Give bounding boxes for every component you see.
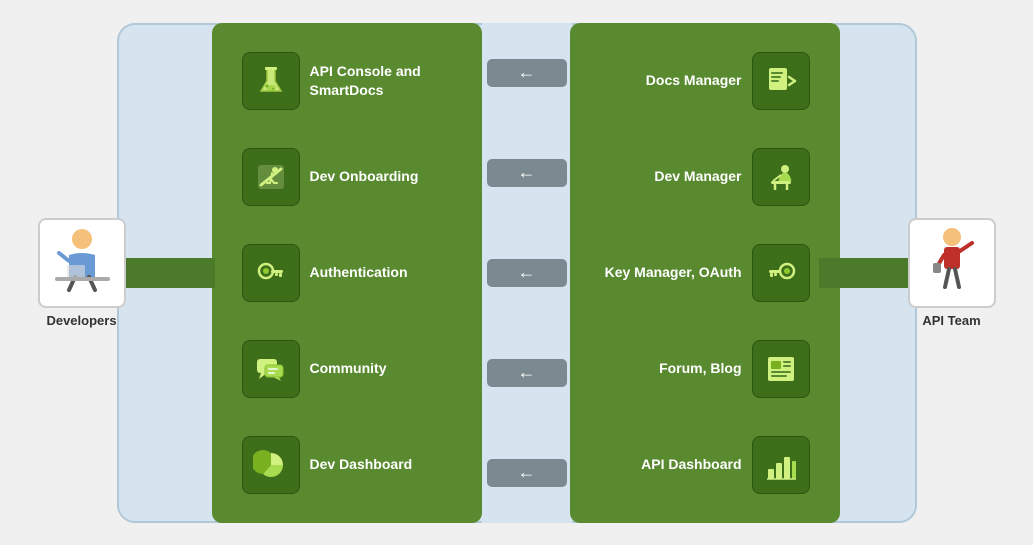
escalator-icon: [253, 159, 289, 195]
developers-person: Developers: [32, 218, 132, 328]
api-team-svg: [917, 225, 987, 300]
pie-chart-icon: [253, 447, 289, 483]
authentication-label: Authentication: [310, 263, 408, 281]
dev-dashboard-label: Dev Dashboard: [310, 455, 413, 473]
developers-label: Developers: [46, 313, 116, 328]
api-console-icon-box: [242, 52, 300, 110]
key-icon: [253, 255, 289, 291]
dev-manager-icon-box: [752, 148, 810, 206]
arrow-3: ←: [487, 259, 567, 287]
diagram-container: API Console and SmartDocs Dev Onboarding: [27, 13, 1007, 533]
right-connector: [819, 258, 914, 288]
list-item: API Console and SmartDocs: [242, 41, 472, 121]
list-item: Dev Dashboard: [242, 425, 472, 505]
person-desk-icon: [763, 159, 799, 195]
developer-svg: [47, 225, 117, 300]
list-item: Community: [242, 329, 472, 409]
dev-onboarding-label: Dev Onboarding: [310, 167, 419, 185]
left-connector: [120, 258, 215, 288]
dev-dashboard-icon-box: [242, 436, 300, 494]
arrow-4: ←: [487, 359, 567, 387]
arrow-5: ←: [487, 459, 567, 487]
list-item: Authentication: [242, 233, 472, 313]
forum-blog-label: Forum, Blog: [659, 359, 741, 377]
newspaper-icon: [763, 351, 799, 387]
list-item: Dev Manager: [580, 137, 810, 217]
community-label: Community: [310, 359, 387, 377]
bar-chart-icon: [763, 447, 799, 483]
developers-figure: [38, 218, 126, 308]
api-dashboard-label: API Dashboard: [641, 455, 741, 473]
docs-icon: [763, 63, 799, 99]
api-dashboard-icon-box: [752, 436, 810, 494]
dev-manager-label: Dev Manager: [654, 167, 741, 185]
key-right-icon: [763, 255, 799, 291]
arrow-2: ←: [487, 159, 567, 187]
list-item: Docs Manager: [580, 41, 810, 121]
middle-area: ← ← ← ← ←: [482, 23, 572, 523]
api-console-label: API Console and SmartDocs: [310, 62, 472, 98]
key-manager-label: Key Manager, OAuth: [605, 263, 742, 281]
community-icon-box: [242, 340, 300, 398]
list-item: Key Manager, OAuth: [580, 233, 810, 313]
api-team-person: API Team: [902, 218, 1002, 328]
docs-manager-icon-box: [752, 52, 810, 110]
list-item: API Dashboard: [580, 425, 810, 505]
list-item: Dev Onboarding: [242, 137, 472, 217]
right-panel: Docs Manager Dev Manager: [570, 23, 840, 523]
api-team-figure: [908, 218, 996, 308]
arrow-1: ←: [487, 59, 567, 87]
authentication-icon-box: [242, 244, 300, 302]
list-item: Forum, Blog: [580, 329, 810, 409]
flask-icon: [253, 63, 289, 99]
dev-onboarding-icon-box: [242, 148, 300, 206]
docs-manager-label: Docs Manager: [646, 71, 742, 89]
chat-icon: [253, 351, 289, 387]
left-panel: API Console and SmartDocs Dev Onboarding: [212, 23, 482, 523]
key-manager-icon-box: [752, 244, 810, 302]
forum-blog-icon-box: [752, 340, 810, 398]
api-team-label: API Team: [922, 313, 980, 328]
